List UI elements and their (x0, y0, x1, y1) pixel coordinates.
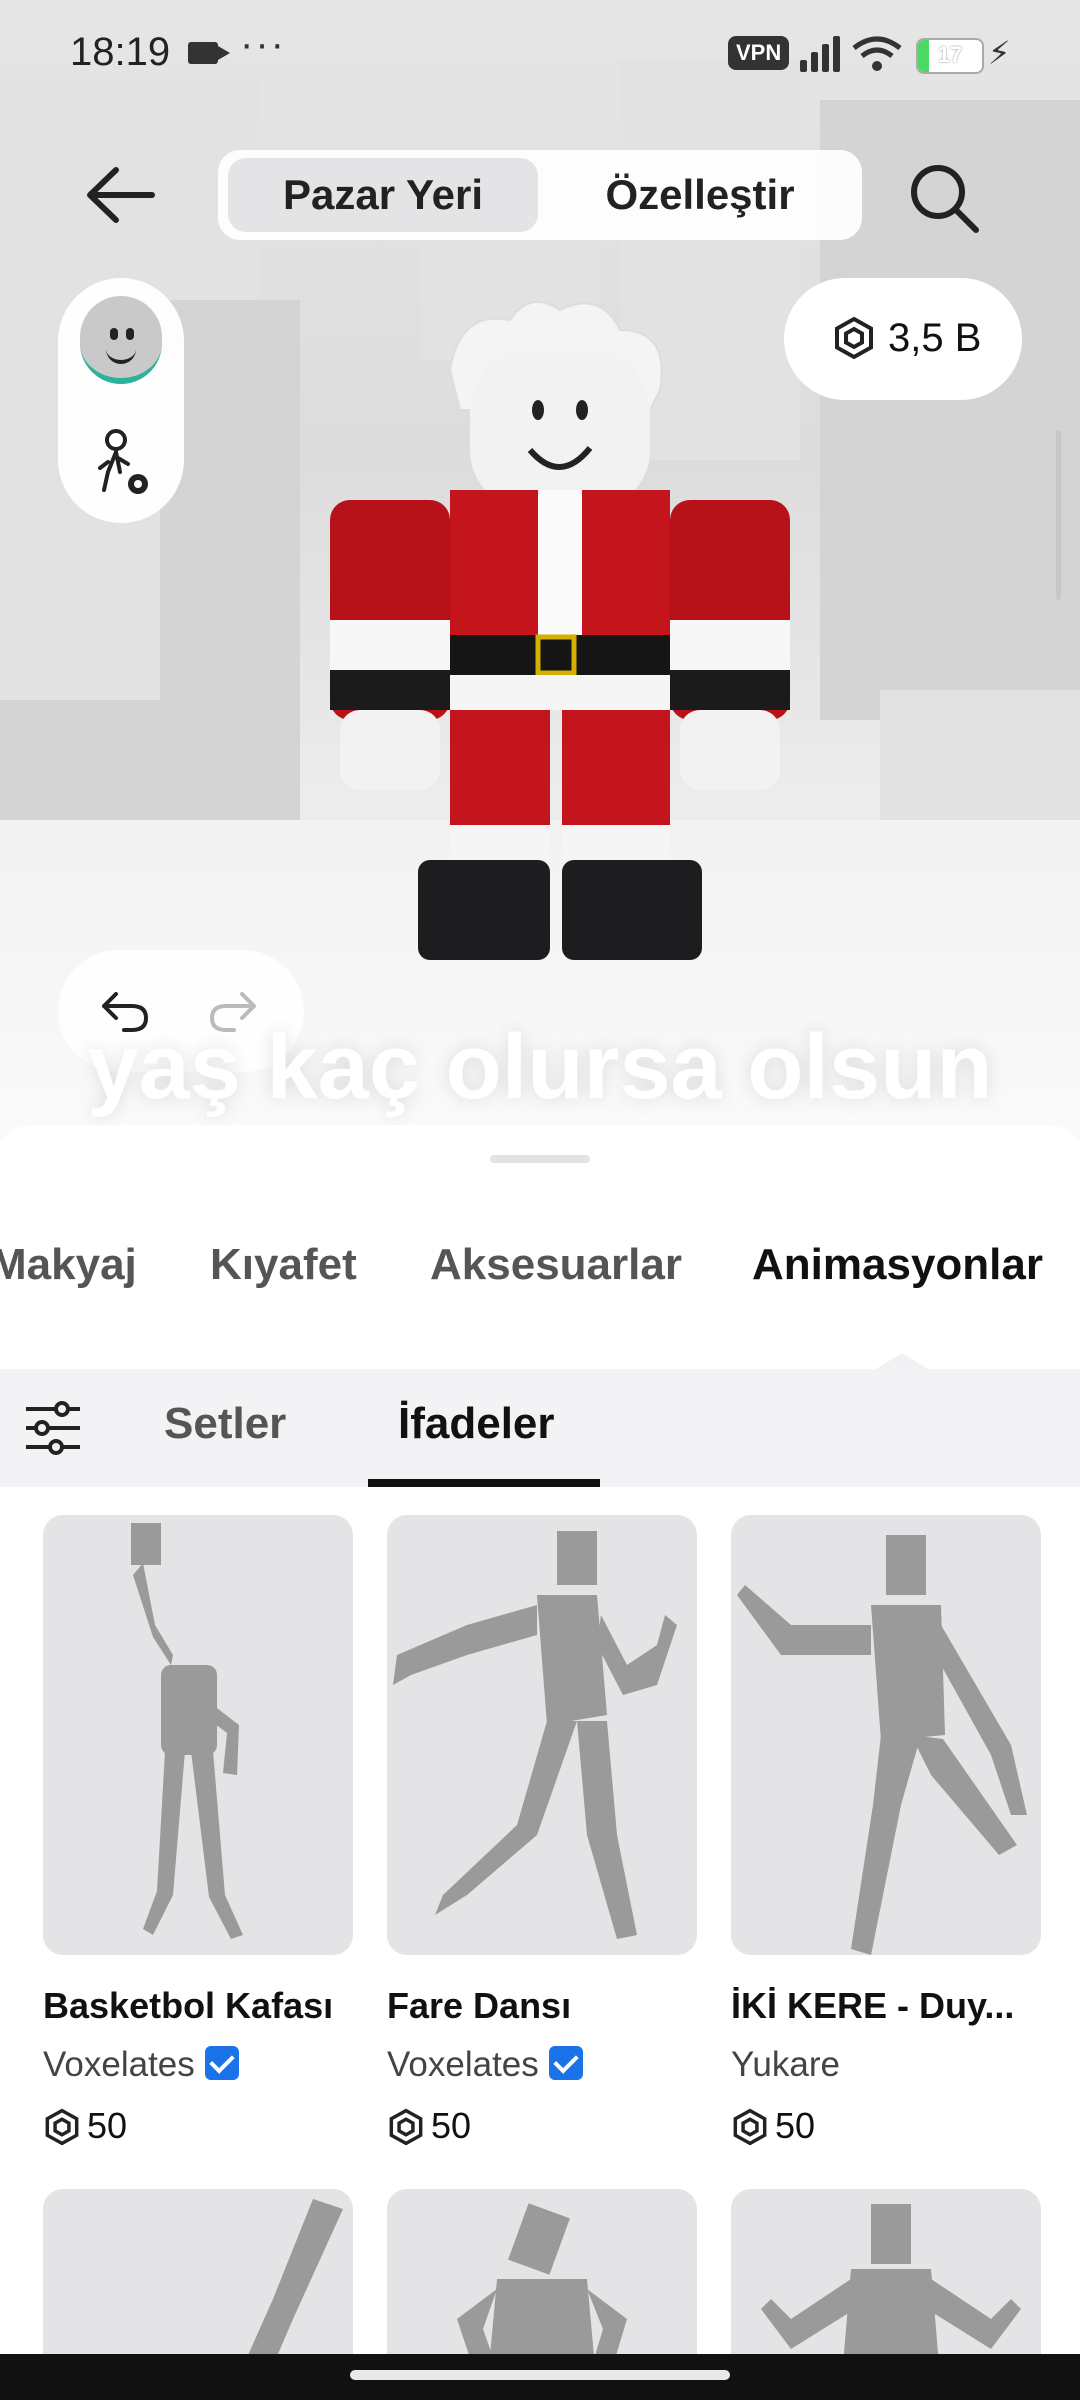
battery-icon: 17 (916, 38, 984, 74)
marketplace-customize-toggle: Pazar Yeri Özelleştir (218, 150, 862, 240)
subtab-underline (368, 1479, 600, 1487)
clock: 18:19 (70, 30, 171, 74)
robux-icon (387, 2108, 425, 2146)
item-title: Fare Dansı (387, 1985, 572, 2026)
battery-level: 17 (937, 42, 963, 67)
scroll-indicator (1056, 430, 1061, 600)
category-tabs: Makyaj Kıyafet Aksesuarlar Animasyonlar (0, 1240, 1080, 1335)
item-creator[interactable]: Voxelates (387, 2045, 697, 2085)
tab-clothing[interactable]: Kıyafet (210, 1240, 357, 1290)
robux-icon (832, 316, 876, 360)
item-card[interactable]: İKİ KERE - Duy... Yukare 50 (731, 1515, 1041, 2147)
avatar-character[interactable] (300, 290, 820, 980)
price-value: 50 (775, 2105, 816, 2146)
signal-icon (800, 36, 844, 72)
subtab-bundles[interactable]: Setler (164, 1399, 286, 1449)
item-card[interactable]: Basketbol Kafası Voxelates 50 (43, 1515, 353, 2147)
creator-name: Voxelates (387, 2045, 539, 2084)
item-creator[interactable]: Voxelates (43, 2045, 353, 2085)
back-arrow-icon[interactable] (82, 160, 158, 230)
price-value: 50 (87, 2105, 128, 2146)
tab-makeup[interactable]: Makyaj (0, 1240, 137, 1290)
filter-icon[interactable] (24, 1401, 82, 1455)
tab-marketplace[interactable]: Pazar Yeri (228, 158, 538, 232)
item-title: İKİ KERE - Duy... (731, 1985, 1015, 2026)
search-icon[interactable] (904, 158, 984, 238)
active-category-caret (876, 1353, 928, 1369)
item-creator[interactable]: Yukare (731, 2045, 1041, 2085)
item-title: Basketbol Kafası (43, 1985, 334, 2026)
subtab-emotes[interactable]: İfadeler (398, 1399, 555, 1449)
verified-icon (204, 2046, 239, 2080)
robux-icon (43, 2108, 81, 2146)
item-thumbnail (387, 1515, 697, 1955)
catalog-sheet: Makyaj Kıyafet Aksesuarlar Animasyonlar … (0, 1125, 1080, 2400)
item-price: 50 (387, 2105, 697, 2147)
item-price: 50 (731, 2105, 1041, 2147)
item-thumbnail (43, 1515, 353, 1955)
tab-accessories[interactable]: Aksesuarlar (430, 1240, 682, 1290)
status-bar: 18:19 ··· VPN 17 ⚡ (0, 0, 1080, 110)
item-price: 50 (43, 2105, 353, 2147)
avatar-head-thumbnail[interactable] (80, 296, 162, 384)
avatar-panel (58, 278, 184, 523)
wifi-icon (852, 36, 902, 81)
tab-customize[interactable]: Özelleştir (548, 158, 852, 232)
creator-name: Yukare (731, 2045, 840, 2084)
video-caption: yaş kaç olursa olsun (87, 1016, 993, 1118)
item-card[interactable]: Fare Dansı Voxelates 50 (387, 1515, 697, 2147)
item-thumbnail (731, 1515, 1041, 1955)
tab-animations[interactable]: Animasyonlar (752, 1240, 1043, 1290)
robux-icon (731, 2108, 769, 2146)
home-gesture-bar[interactable] (350, 2370, 730, 2380)
system-nav-bar (0, 2354, 1080, 2400)
verified-icon (548, 2046, 583, 2080)
subcategory-bar: Setler İfadeler (0, 1369, 1080, 1487)
charging-icon: ⚡ (988, 35, 1011, 71)
person-gear-icon[interactable] (94, 428, 154, 498)
more-notifications-icon: ··· (240, 22, 286, 66)
price-value: 50 (431, 2105, 472, 2146)
creator-name: Voxelates (43, 2045, 195, 2084)
robux-balance: 3,5 B (888, 316, 982, 360)
sheet-handle[interactable] (490, 1155, 590, 1163)
video-camera-icon (188, 42, 230, 64)
vpn-badge: VPN (728, 36, 790, 70)
